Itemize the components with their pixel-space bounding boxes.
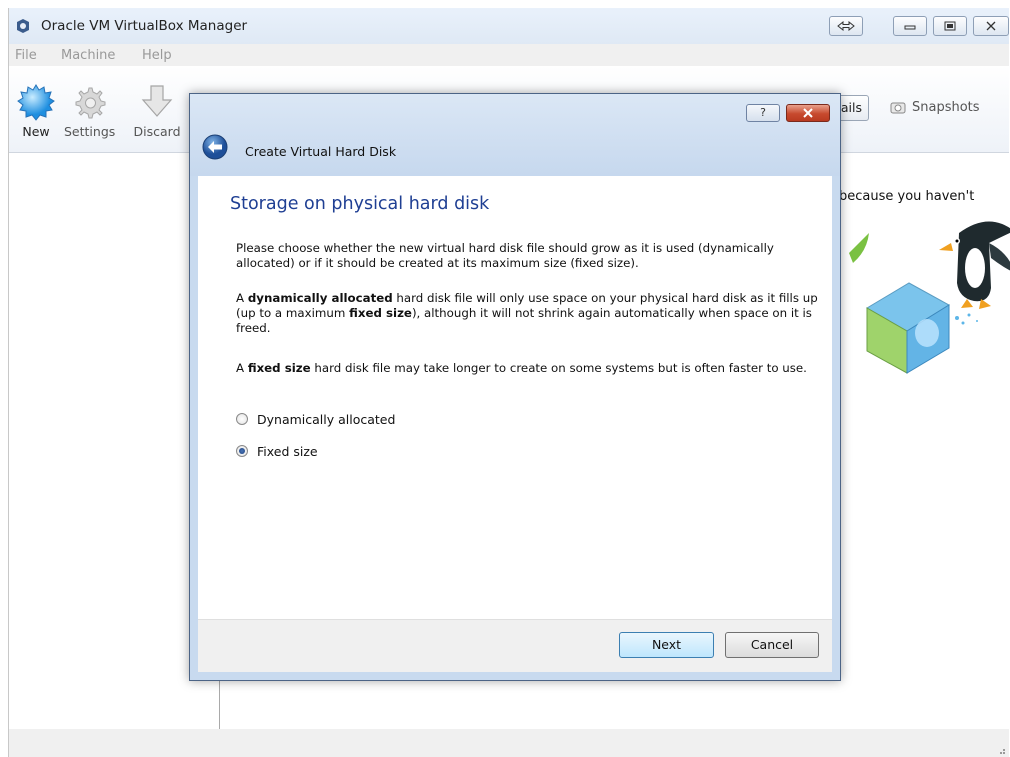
maximize-button[interactable] — [933, 16, 967, 36]
dialog-content: Storage on physical hard disk Please cho… — [198, 176, 832, 619]
restore-swap-button[interactable] — [829, 16, 863, 36]
option-label: Dynamically allocated — [257, 411, 396, 427]
back-arrow-button[interactable] — [202, 134, 228, 160]
snapshots-label: Snapshots — [912, 100, 980, 115]
close-icon — [986, 21, 996, 31]
text-fragment: A — [236, 291, 248, 305]
settings-button[interactable]: Settings — [64, 82, 116, 139]
bold-term-dynamically-allocated: dynamically allocated — [247, 291, 393, 305]
title-bar: Oracle VM VirtualBox Manager — [9, 8, 1009, 44]
camera-icon — [890, 102, 906, 113]
menu-file[interactable]: File — [15, 48, 37, 63]
menu-help[interactable]: Help — [142, 48, 172, 63]
option-fixed-size[interactable]: Fixed size — [236, 443, 318, 459]
option-label: Fixed size — [257, 443, 318, 459]
description-paragraph-1: Please choose whether the new virtual ha… — [236, 241, 774, 270]
settings-label: Settings — [64, 124, 116, 139]
close-window-button[interactable] — [973, 16, 1009, 36]
cancel-button[interactable]: Cancel — [725, 632, 819, 658]
snapshots-tab-button[interactable]: Snapshots — [890, 100, 980, 115]
description-paragraph-2: A dynamically allocated hard disk file w… — [236, 291, 821, 336]
dialog-footer: Next Cancel — [198, 619, 832, 672]
discard-label: Discard — [133, 124, 181, 139]
new-label: New — [22, 124, 50, 139]
close-icon — [803, 108, 813, 118]
dialog-close-button[interactable] — [786, 104, 830, 122]
radio-dynamically-allocated[interactable] — [236, 413, 248, 425]
virtualbox-app-icon — [17, 19, 29, 33]
resize-grip-icon[interactable] — [997, 746, 1005, 754]
menu-bar: File Machine Help — [9, 44, 1009, 66]
gear-icon — [75, 87, 106, 119]
description-paragraph-3: A fixed size hard disk file may take lon… — [236, 361, 821, 376]
double-arrow-icon — [837, 21, 855, 31]
create-virtual-hard-disk-dialog: ? Create Virtual Hard Disk Storage on ph… — [189, 93, 841, 681]
discard-arrow-icon — [141, 85, 173, 117]
text-fragment: hard disk file may take longer to create… — [310, 361, 807, 375]
next-button[interactable]: Next — [619, 632, 714, 658]
dialog-title-area: ? Create Virtual Hard Disk — [190, 94, 840, 176]
virtualbox-mascot-illustration — [849, 221, 1010, 374]
radio-fixed-size[interactable] — [236, 445, 248, 457]
bold-term-fixed-size: fixed size — [349, 306, 412, 320]
help-button[interactable]: ? — [746, 104, 780, 122]
dialog-title: Create Virtual Hard Disk — [245, 144, 397, 159]
text-fragment: A — [236, 361, 248, 375]
new-button[interactable]: New — [11, 82, 61, 139]
menu-machine[interactable]: Machine — [61, 48, 115, 63]
page-heading: Storage on physical hard disk — [230, 194, 490, 214]
discard-button[interactable]: Discard — [132, 82, 182, 139]
minimize-button[interactable] — [893, 16, 927, 36]
new-vm-icon — [17, 84, 55, 121]
minimize-icon — [904, 25, 916, 30]
welcome-text: because you haven't — [839, 189, 975, 204]
bold-term-fixed-size: fixed size — [247, 361, 311, 375]
window-title: Oracle VM VirtualBox Manager — [41, 18, 248, 34]
option-dynamically-allocated[interactable]: Dynamically allocated — [236, 411, 395, 427]
maximize-icon — [944, 21, 956, 31]
